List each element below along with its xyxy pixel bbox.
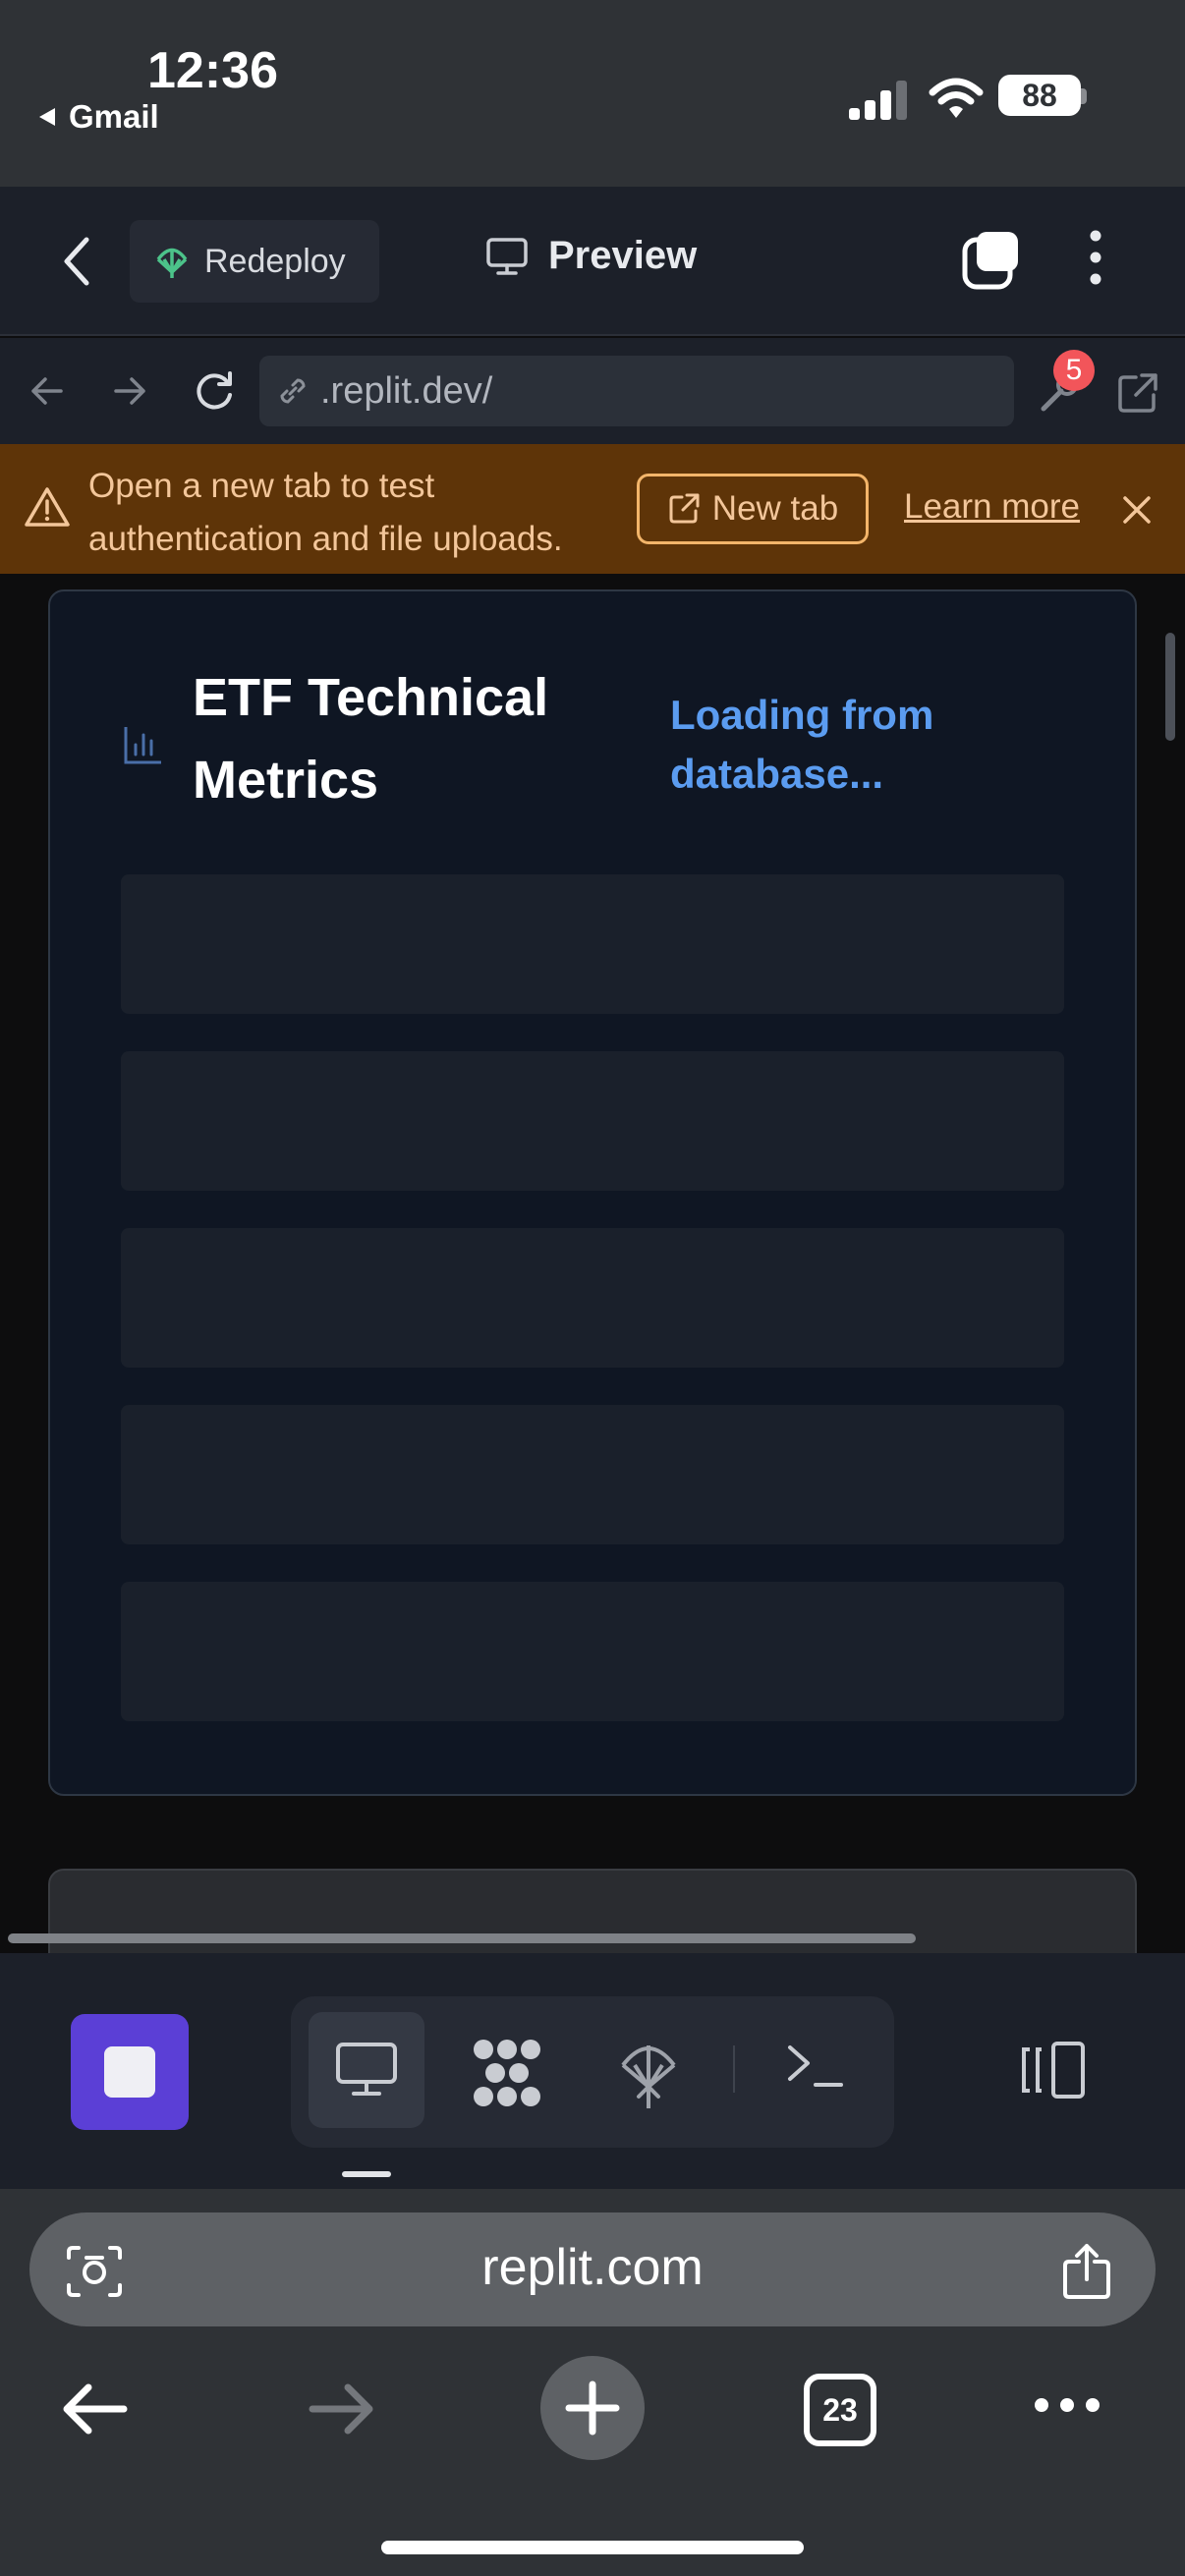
shell-icon[interactable] <box>786 2042 845 2091</box>
nav-forward-icon[interactable] <box>110 371 149 411</box>
skeleton-row <box>121 1582 1064 1721</box>
battery-indicator: 88 <box>998 75 1081 116</box>
back-triangle-icon <box>39 108 55 126</box>
horizontal-scrollbar[interactable] <box>8 1933 916 1943</box>
preview-label: Preview <box>548 234 698 277</box>
preview-tab[interactable]: Preview <box>485 234 697 278</box>
new-tab-button[interactable]: New tab <box>637 474 869 544</box>
nav-back-icon[interactable] <box>28 371 67 411</box>
tabs-switcher-icon[interactable] <box>961 230 1020 291</box>
banner-message: Open a new tab to test authentication an… <box>88 467 563 558</box>
layout-toggle-icon[interactable] <box>1018 2040 1089 2100</box>
active-tab-indicator <box>342 2171 391 2177</box>
open-external-icon[interactable] <box>1116 371 1159 415</box>
battery-tip <box>1081 88 1087 104</box>
clock: 12:36 <box>147 42 278 99</box>
monitor-icon <box>486 237 528 275</box>
skeleton-row <box>121 874 1064 1014</box>
share-icon[interactable] <box>1061 2242 1112 2301</box>
loading-status: Loading from database... <box>670 692 934 797</box>
more-options-icon[interactable] <box>1032 2395 1102 2415</box>
webview-url-field[interactable]: .replit.dev/ <box>259 356 1014 426</box>
open-external-icon <box>669 493 700 524</box>
vertical-scrollbar[interactable] <box>1165 633 1175 741</box>
plus-icon <box>565 2380 620 2436</box>
home-indicator <box>381 2541 804 2554</box>
skeleton-row <box>121 1405 1064 1544</box>
preview-pane-button[interactable] <box>309 2012 424 2128</box>
webview-url-text: .replit.dev/ <box>320 369 493 412</box>
more-options-icon[interactable] <box>1079 228 1112 287</box>
warning-icon <box>25 487 70 527</box>
deploy-icon <box>156 248 188 278</box>
bar-chart-icon <box>124 727 161 764</box>
tab-count-button[interactable]: 23 <box>804 2374 876 2446</box>
stop-button[interactable] <box>71 2014 189 2130</box>
card-title: ETF Technical Metrics <box>193 668 549 810</box>
deploy-icon[interactable] <box>619 2036 678 2110</box>
safari-address-text: replit.com <box>481 2239 704 2296</box>
cellular-signal-icon <box>849 81 907 120</box>
skeleton-row <box>121 1228 1064 1368</box>
redeploy-button[interactable]: Redeploy <box>130 220 379 303</box>
monitor-icon <box>336 2043 397 2096</box>
back-chevron-icon[interactable] <box>61 234 92 289</box>
devtools-badge: 5 <box>1053 350 1095 391</box>
safari-forward-icon[interactable] <box>307 2381 377 2436</box>
agent-icon[interactable] <box>470 2038 544 2108</box>
wifi-icon <box>929 78 984 118</box>
close-icon[interactable] <box>1120 493 1154 527</box>
new-tab-label: New tab <box>711 489 839 528</box>
back-app-label: Gmail <box>69 98 159 135</box>
safari-back-icon[interactable] <box>59 2381 130 2436</box>
back-to-app-link[interactable]: Gmail <box>37 98 159 136</box>
switcher-divider <box>733 2045 735 2093</box>
reload-icon[interactable] <box>193 369 236 413</box>
new-tab-button[interactable] <box>540 2356 645 2460</box>
learn-more-link[interactable]: Learn more <box>904 487 1080 527</box>
skeleton-row <box>121 1051 1064 1191</box>
redeploy-label: Redeploy <box>204 242 346 280</box>
stop-icon <box>104 2046 155 2098</box>
link-icon <box>280 378 306 404</box>
